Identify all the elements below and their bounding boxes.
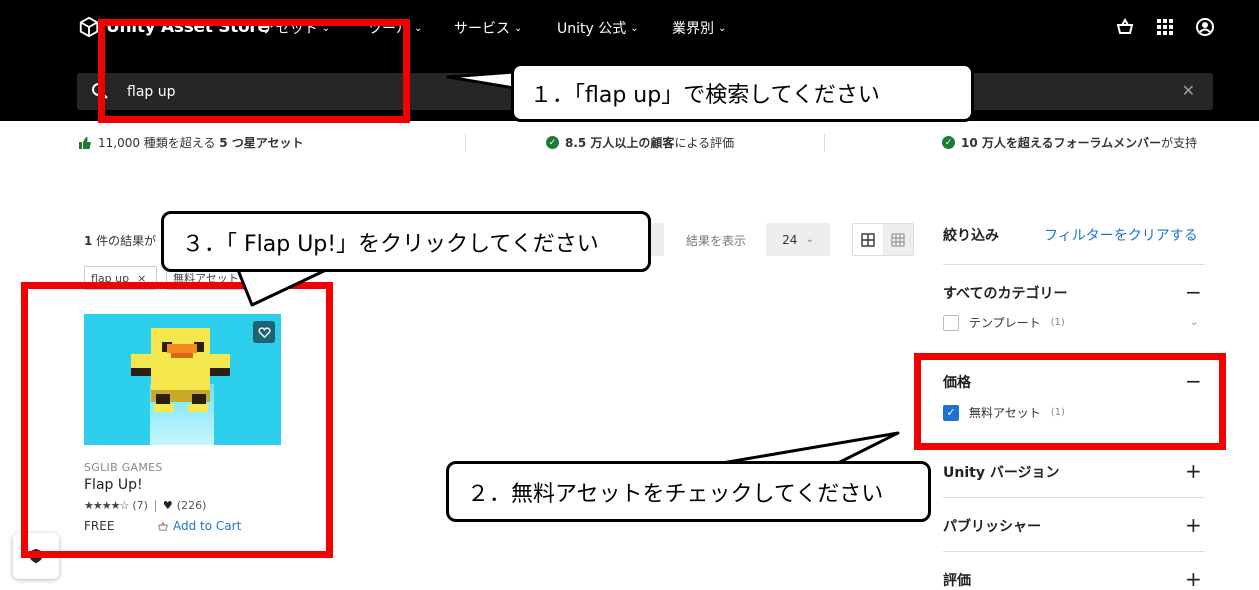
- grid-small-icon: [891, 232, 905, 247]
- chevron-down-icon: ⌄: [414, 22, 423, 34]
- highlight-box-product: [21, 282, 333, 558]
- check-circle-icon: ✓: [942, 136, 955, 149]
- nav-industries-label: 業界別: [672, 21, 714, 37]
- divider: [943, 551, 1205, 552]
- publisher-section-title[interactable]: パブリッシャー: [943, 516, 1041, 536]
- chevron-down-icon: ⌄: [805, 234, 814, 245]
- list-view-button[interactable]: [883, 224, 913, 255]
- nav-industries[interactable]: 業界別 ⌄: [672, 18, 726, 38]
- per-page-value: 24: [782, 232, 798, 247]
- trust-assets-text: 11,000 種類を超える 5 つ星アセット: [98, 136, 304, 150]
- header-icons: [1115, 17, 1215, 37]
- divider: [465, 134, 466, 152]
- unity-version-section-title[interactable]: Unity バージョン: [943, 462, 1060, 482]
- per-page-select[interactable]: 24 ⌄: [766, 223, 830, 256]
- account-icon[interactable]: [1195, 17, 1215, 37]
- trust-customers-text: 8.5 万人以上の顧客による評価: [565, 136, 735, 150]
- template-checkbox[interactable]: [943, 314, 959, 331]
- trust-bar: 11,000 種類を超える 5 つ星アセット ✓ 8.5 万人以上の顧客による評…: [0, 134, 1259, 152]
- chevron-down-icon: ⌄: [514, 22, 523, 34]
- trust-item-forum: ✓ 10 万人を超えるフォーラムメンバーが支持: [942, 134, 1197, 151]
- callout-step-1: １．「flap up」で検索してください: [511, 63, 974, 122]
- cart-icon[interactable]: [1115, 17, 1135, 37]
- option-count: (1): [1050, 317, 1065, 328]
- grid-apps-icon[interactable]: [1155, 17, 1175, 37]
- collapse-icon[interactable]: −: [1185, 282, 1202, 302]
- chevron-down-icon[interactable]: ⌄: [1190, 317, 1198, 328]
- callout-step-2: ２．無料アセットをチェックしてください: [446, 461, 931, 522]
- rating-section-title[interactable]: 評価: [943, 570, 971, 590]
- divider: [943, 497, 1205, 498]
- category-section-title[interactable]: すべてのカテゴリー: [943, 283, 1067, 303]
- expand-icon[interactable]: +: [1185, 515, 1202, 535]
- trust-item-assets: 11,000 種類を超える 5 つ星アセット: [78, 134, 304, 151]
- option-label: テンプレート: [969, 316, 1041, 330]
- expand-icon[interactable]: +: [1185, 569, 1202, 589]
- clear-search-icon[interactable]: ✕: [1182, 81, 1195, 100]
- grid-view-button[interactable]: [853, 224, 883, 255]
- category-template-option[interactable]: テンプレート (1): [943, 314, 1065, 331]
- show-results-label: 結果を表示: [686, 234, 747, 248]
- divider: [943, 264, 1205, 265]
- clear-filters-link[interactable]: フィルターをクリアする: [1044, 225, 1198, 245]
- grid-large-icon: [861, 232, 875, 247]
- nav-unity-official-label: Unity 公式: [557, 21, 627, 37]
- thumbs-up-icon: [79, 136, 91, 149]
- shield-check-icon: ✓: [546, 136, 559, 149]
- trust-forum-text: 10 万人を超えるフォーラムメンバーが支持: [961, 136, 1198, 150]
- highlight-box-search: [98, 19, 410, 123]
- divider: [824, 134, 825, 152]
- callout-step-3: ３．「 Flap Up!」をクリックしてください: [161, 211, 651, 272]
- expand-icon[interactable]: +: [1185, 461, 1202, 481]
- unity-cube-icon: [79, 16, 99, 38]
- view-toggle: [852, 223, 914, 256]
- highlight-box-price: [914, 353, 1226, 450]
- result-count: 1 件の結果が: [84, 234, 157, 248]
- nav-services-label: サービス: [454, 21, 510, 37]
- nav-services[interactable]: サービス ⌄: [454, 18, 522, 38]
- nav-unity-official[interactable]: Unity 公式 ⌄: [557, 18, 639, 38]
- trust-item-customers: ✓ 8.5 万人以上の顧客による評価: [546, 134, 734, 151]
- filter-title: 絞り込み: [943, 228, 999, 244]
- chevron-down-icon: ⌄: [630, 22, 639, 34]
- chevron-down-icon: ⌄: [718, 22, 727, 34]
